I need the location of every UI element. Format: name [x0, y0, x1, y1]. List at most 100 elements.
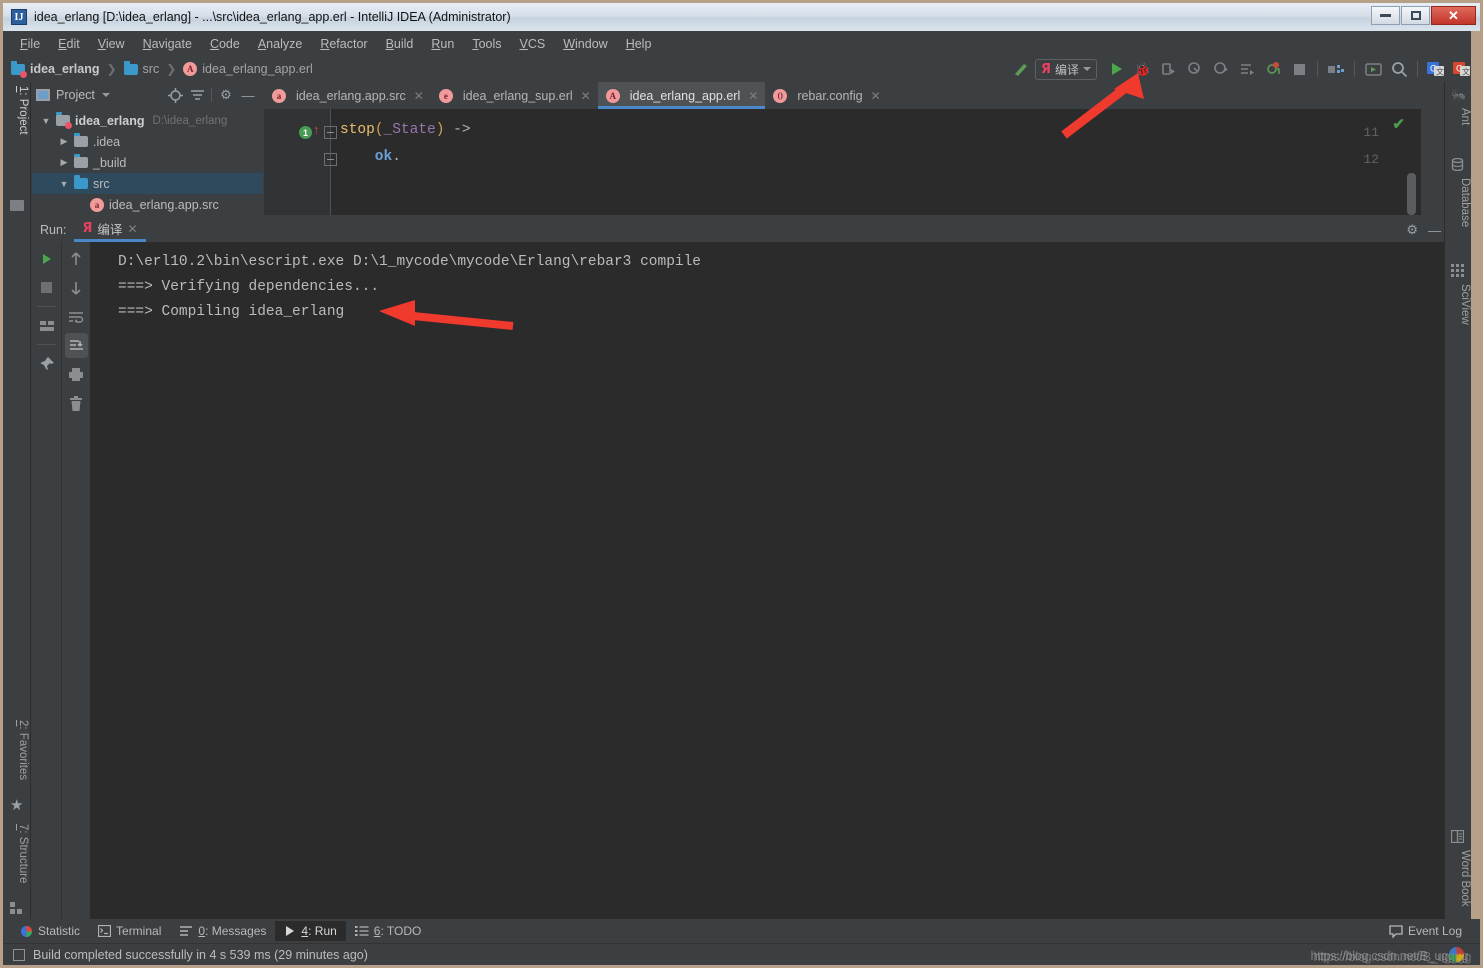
menu-item-navigate[interactable]: Navigate [134, 34, 201, 54]
status-terminal[interactable]: Terminal [89, 921, 170, 941]
breadcrumb-item-file[interactable]: A idea_erlang_app.erl [183, 62, 313, 76]
gear-icon[interactable]: ⚙ [1406, 222, 1418, 238]
clear-all-button[interactable] [62, 391, 90, 416]
maximize-window-button[interactable] [1401, 6, 1430, 25]
minimize-icon[interactable]: — [1428, 223, 1441, 238]
sidebar-item-project[interactable]: 1: Project [5, 86, 29, 135]
translate-google-button[interactable]: G文 [1424, 58, 1448, 80]
console-output[interactable]: D:\erl10.2\bin\escript.exe D:\1_mycode\m… [90, 242, 1451, 919]
folder-icon [74, 154, 88, 168]
build-hammer-icon[interactable] [1009, 58, 1033, 80]
pin-tab-button[interactable] [32, 351, 61, 376]
mnemonic: V [519, 36, 528, 51]
close-icon[interactable]: ✕ [127, 222, 137, 236]
profile-button[interactable] [1183, 58, 1207, 80]
window-scrollbar[interactable] [1471, 31, 1480, 919]
status-messages[interactable]: 0: Messages [170, 921, 275, 941]
menu-item-refactor[interactable]: Refactor [311, 34, 376, 54]
editor-tab-idea-erlang-app-erl[interactable]: Aidea_erlang_app.erl ✕ [597, 82, 766, 109]
menu-item-label: ools [478, 36, 502, 51]
print-button[interactable] [62, 362, 90, 387]
close-window-button[interactable]: ✕ [1431, 6, 1476, 25]
stop-debug-button[interactable] [1261, 58, 1285, 80]
code-line: stop(_State) -> [340, 122, 471, 138]
close-icon[interactable]: ✕ [581, 89, 591, 103]
editor-tab-idea-erlang-app-src[interactable]: a idea_erlang.app.src ✕ [264, 82, 431, 109]
run-anything-button[interactable] [1361, 58, 1385, 80]
attach-profiler-button[interactable] [1209, 58, 1233, 80]
run-with-coverage-button[interactable] [1157, 58, 1181, 80]
menu-item-file[interactable]: File [11, 34, 49, 54]
debug-button[interactable]: 🐞 [1131, 58, 1155, 80]
soft-wrap-button[interactable] [62, 304, 90, 329]
twisty-expanded-icon[interactable]: ▼ [56, 179, 72, 189]
sidebar-item-structure[interactable]: 7: Structure [5, 824, 29, 883]
status-todo[interactable]: 6: TODO [346, 921, 431, 941]
minimize-window-button[interactable] [1371, 6, 1400, 25]
menu-item-vcs[interactable]: VCS [511, 34, 555, 54]
close-icon[interactable]: ✕ [748, 89, 758, 103]
target-icon[interactable] [164, 84, 186, 106]
breadcrumb-item-src[interactable]: src [123, 60, 159, 76]
menu-item-run[interactable]: Run [422, 34, 463, 54]
collapse-all-icon[interactable] [186, 84, 208, 106]
editor-tab-label: idea_erlang_sup.erl [462, 88, 573, 103]
rerun-button[interactable] [32, 246, 61, 271]
menu-item-edit[interactable]: Edit [49, 34, 89, 54]
menu-item-tools[interactable]: Tools [463, 34, 510, 54]
twisty-collapsed-icon[interactable]: ▶ [56, 136, 72, 147]
menu-item-view[interactable]: View [89, 34, 134, 54]
menu-item-code[interactable]: Code [201, 34, 249, 54]
tree-node-idea-erlang[interactable]: ▼ idea_erlang D:\idea_erlang [32, 110, 263, 131]
event-log-button[interactable]: Event Log [1389, 924, 1462, 938]
status-statistic[interactable]: Statistic [11, 921, 89, 941]
sidebar-item-database[interactable]: Database [1446, 178, 1471, 227]
editor-gutter[interactable] [264, 109, 331, 215]
code-fold-toggle[interactable] [324, 153, 337, 166]
status-run[interactable]: 4: Run [275, 921, 346, 941]
inspection-status-icon[interactable]: ✔ [1392, 115, 1405, 133]
tree-node-src[interactable]: ▼ src [32, 173, 263, 194]
code-fold-toggle[interactable] [324, 126, 337, 139]
twisty-collapsed-icon[interactable]: ▶ [56, 157, 72, 168]
toolbar-divider [1317, 61, 1318, 77]
search-everywhere-icon[interactable] [1387, 58, 1411, 80]
close-icon[interactable]: ✕ [871, 89, 881, 103]
chevron-down-icon[interactable] [101, 93, 110, 97]
breadcrumb-item-project[interactable]: idea_erlang [11, 60, 99, 78]
editor-tab-rebar-config[interactable]: () rebar.config ✕ [765, 82, 887, 109]
tree-node-idea-erlang-app-src[interactable]: a idea_erlang.app.src [32, 194, 263, 215]
tree-node--build[interactable]: ▶ _build [32, 152, 263, 173]
chevron-down-icon [1083, 67, 1091, 71]
code-editor[interactable]: 11 1 ↑ stop(_State) -> 12 ok. ✔ [264, 109, 1421, 215]
mnemonic: F [20, 36, 28, 51]
editor-tab-idea-erlang-sup-erl[interactable]: e idea_erlang_sup.erl ✕ [431, 82, 598, 109]
stop-process-button[interactable] [32, 275, 61, 300]
menu-item-analyze[interactable]: Analyze [249, 34, 311, 54]
sidebar-item-favorites[interactable]: 2: Favorites [5, 720, 29, 780]
run-configuration-selector[interactable]: Я 编译 [1034, 58, 1097, 80]
menu-item-help[interactable]: Help [617, 34, 661, 54]
gutter-marker-icon[interactable]: 1 [299, 126, 312, 139]
run-button[interactable] [1105, 58, 1129, 80]
stop-button[interactable] [1287, 58, 1311, 80]
scroll-to-end-button[interactable] [65, 333, 88, 358]
menu-item-window[interactable]: Window [554, 34, 616, 54]
layout-settings-button[interactable] [32, 313, 61, 338]
next-occurrence-button[interactable] [62, 275, 90, 300]
run-multiple-button[interactable] [1235, 58, 1259, 80]
sidebar-item-sciview[interactable]: SciView [1446, 284, 1471, 325]
menu-item-build[interactable]: Build [377, 34, 423, 54]
previous-occurrence-button[interactable] [62, 246, 90, 271]
run-tab-compile[interactable]: Я 编译 ✕ [74, 215, 146, 242]
gear-icon[interactable]: ⚙ [215, 84, 237, 106]
sidebar-item-ant[interactable]: Ant [1446, 108, 1471, 125]
sidebar-item-word-book[interactable]: Word Book [1446, 850, 1471, 907]
hide-icon[interactable]: — [237, 84, 259, 106]
close-icon[interactable]: ✕ [414, 89, 424, 103]
file-type-icon: e [438, 88, 453, 103]
project-structure-button[interactable] [1324, 58, 1348, 80]
editor-scrollbar[interactable] [1407, 173, 1416, 215]
tree-node--idea[interactable]: ▶ .idea [32, 131, 263, 152]
twisty-expanded-icon[interactable]: ▼ [38, 116, 54, 126]
